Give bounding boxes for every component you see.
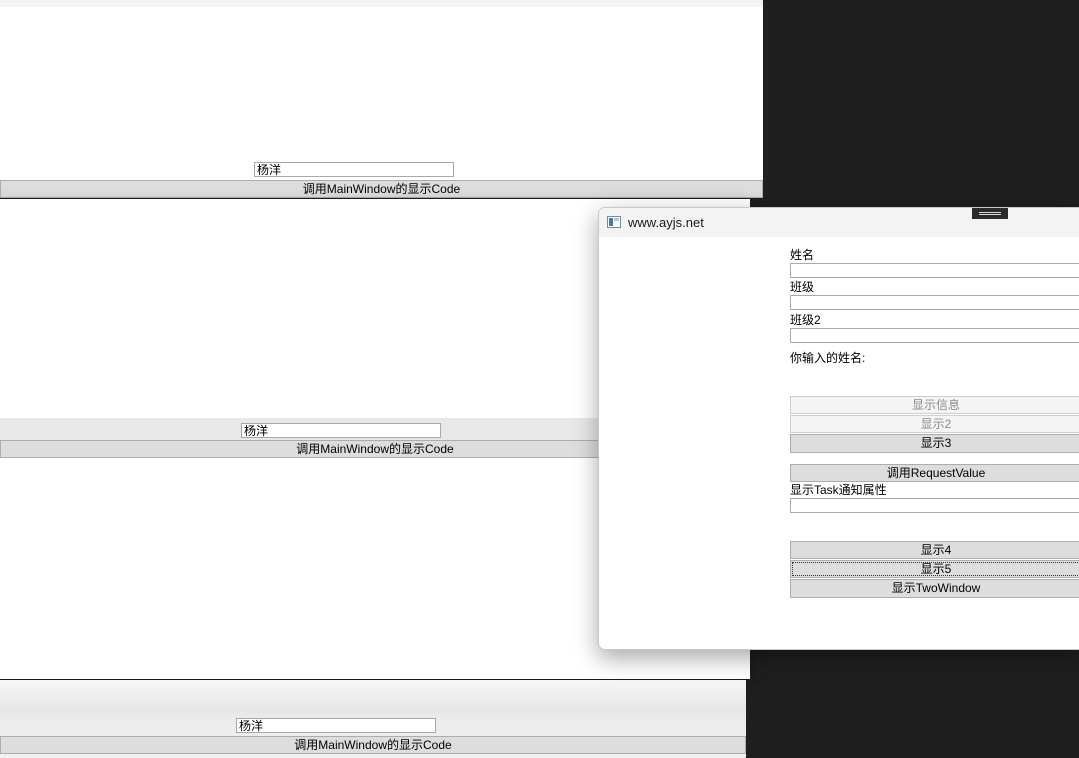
entered-name-label: 你输入的姓名: — [790, 351, 866, 365]
dialog-title: www.ayjs.net — [628, 215, 704, 230]
request-value-button[interactable]: 调用RequestValue — [790, 464, 1079, 482]
class2-field[interactable] — [790, 328, 1079, 343]
class-label: 班级 — [790, 280, 815, 294]
name-label: 姓名 — [790, 248, 815, 262]
class-field[interactable] — [790, 295, 1079, 310]
show2-button[interactable]: 显示2 — [790, 415, 1079, 433]
show5-button[interactable]: 显示5 — [790, 560, 1079, 578]
class2-label: 班级2 — [790, 313, 821, 327]
drag-handle-icon[interactable] — [972, 208, 1008, 219]
call-mainwindow-button[interactable]: 调用MainWindow的显示Code — [0, 180, 763, 198]
dialog-title-bar[interactable]: www.ayjs.net — [599, 208, 1079, 237]
show4-button[interactable]: 显示4 — [790, 541, 1079, 559]
main-window-1: 调用MainWindow的显示Code — [0, 0, 763, 198]
task-notify-label: 显示Task通知属性 — [790, 483, 887, 497]
ayjs-dialog: www.ayjs.net 姓名 班级 班级2 你输入的姓名: 显示信息 显示2 … — [598, 207, 1079, 650]
show3-button[interactable]: 显示3 — [790, 434, 1079, 453]
show-two-window-button[interactable]: 显示TwoWindow — [790, 579, 1079, 598]
call-mainwindow-button[interactable]: 调用MainWindow的显示Code — [0, 736, 746, 754]
show-info-button[interactable]: 显示信息 — [790, 396, 1079, 414]
name-field[interactable] — [790, 263, 1079, 278]
window-icon — [607, 216, 621, 228]
name-input[interactable] — [236, 718, 436, 733]
name-input[interactable] — [254, 162, 454, 177]
name-input[interactable] — [241, 423, 441, 438]
task-notify-field[interactable] — [790, 498, 1079, 513]
main-window-3: 调用MainWindow的显示Code — [0, 680, 746, 758]
title-bar[interactable] — [0, 0, 763, 7]
